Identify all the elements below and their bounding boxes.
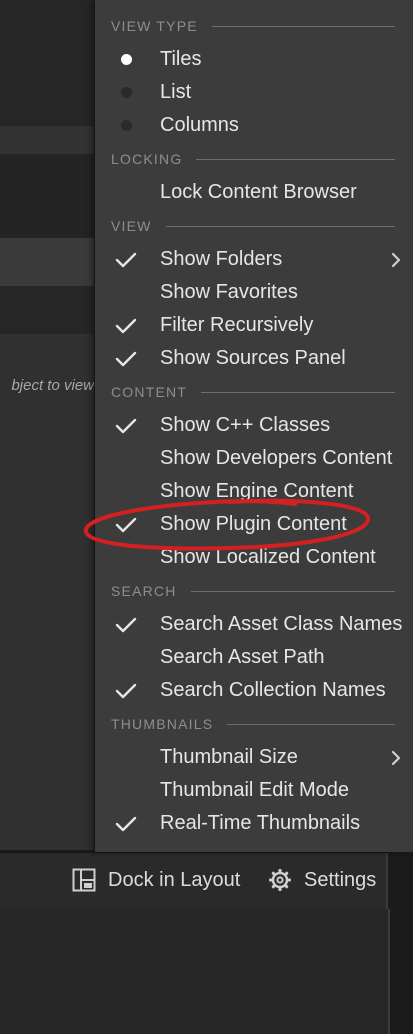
check-icon (113, 243, 139, 276)
menu-item-label: Columns (160, 114, 239, 136)
dock-in-layout-label: Dock in Layout (108, 868, 241, 891)
menu-item-lock-content-browser[interactable]: Lock Content Browser (95, 176, 413, 209)
menu-item-label: Thumbnail Edit Mode (160, 779, 349, 801)
settings-button[interactable]: Settings (268, 865, 376, 895)
check-icon (113, 342, 139, 375)
gear-icon (269, 869, 291, 891)
menu-item-thumbnail-edit-mode[interactable]: Thumbnail Edit Mode (95, 774, 413, 807)
menu-item-label: Show Plugin Content (160, 513, 347, 535)
menu-item-show-folders[interactable]: Show Folders (95, 243, 413, 276)
menu-item-label: Search Collection Names (160, 679, 386, 701)
menu-item-label: Search Asset Path (160, 646, 325, 668)
section-header-view: VIEW (111, 216, 395, 236)
menu-item-label: Search Asset Class Names (160, 613, 403, 635)
check-icon (113, 309, 139, 342)
section-label: THUMBNAILS (111, 716, 214, 732)
settings-label: Settings (304, 868, 377, 891)
empty-view-hint: bject to view (11, 377, 94, 394)
check-icon (113, 807, 139, 840)
menu-item-label: Show Localized Content (160, 546, 376, 568)
radio-selected-icon (113, 43, 139, 76)
section-header-view-type: VIEW TYPE (111, 16, 395, 36)
chevron-right-icon (391, 741, 401, 774)
menu-item-list[interactable]: List (95, 76, 413, 109)
section-divider (201, 391, 395, 393)
section-label: VIEW TYPE (111, 18, 198, 34)
section-header-thumbnails: THUMBNAILS (111, 714, 395, 734)
menu-item-filter-recursively[interactable]: Filter Recursively (95, 309, 413, 342)
content-browser-bottom-bar: Dock in Layout Settings (0, 852, 388, 910)
section-label: LOCKING (111, 151, 183, 167)
menu-item-show-favorites[interactable]: Show Favorites (95, 276, 413, 309)
menu-item-search-collection-names[interactable]: Search Collection Names (95, 674, 413, 707)
section-header-content: CONTENT (111, 382, 395, 402)
menu-item-label: Show C++ Classes (160, 414, 331, 436)
section-header-search: SEARCH (111, 581, 395, 601)
check-icon (113, 674, 139, 707)
dock-in-layout-button[interactable]: Dock in Layout (72, 865, 240, 895)
menu-item-show-developers-content[interactable]: Show Developers Content (95, 442, 413, 475)
menu-item-show-engine-content[interactable]: Show Engine Content (95, 475, 413, 508)
view-options-menu: VIEW TYPE Tiles List Columns LOCKING Loc… (94, 0, 413, 852)
menu-item-label: List (160, 81, 192, 103)
menu-item-label: Show Folders (160, 248, 283, 270)
menu-item-label: Filter Recursively (160, 314, 314, 336)
right-gutter (390, 852, 413, 1034)
section-header-locking: LOCKING (111, 149, 395, 169)
menu-item-label: Real-Time Thumbnails (160, 812, 361, 834)
check-icon (113, 409, 139, 442)
panel-divider (386, 853, 388, 909)
menu-item-thumbnail-size[interactable]: Thumbnail Size (95, 741, 413, 774)
menu-item-label: Thumbnail Size (160, 746, 298, 768)
menu-item-search-asset-class-names[interactable]: Search Asset Class Names (95, 608, 413, 641)
check-icon (113, 508, 139, 541)
menu-item-show-cpp-classes[interactable]: Show C++ Classes (95, 409, 413, 442)
section-divider (227, 723, 395, 725)
menu-item-label: Show Developers Content (160, 447, 393, 469)
section-divider (190, 590, 395, 592)
radio-unselected-icon (113, 109, 139, 142)
dock-layout-icon (72, 868, 96, 892)
section-label: VIEW (111, 218, 152, 234)
check-icon (113, 608, 139, 641)
menu-item-label: Show Sources Panel (160, 347, 346, 369)
menu-item-show-localized-content[interactable]: Show Localized Content (95, 541, 413, 574)
section-divider (196, 158, 395, 160)
section-divider (211, 25, 395, 27)
menu-item-search-asset-path[interactable]: Search Asset Path (95, 641, 413, 674)
section-label: SEARCH (111, 583, 177, 599)
menu-item-label: Show Engine Content (160, 480, 354, 502)
menu-item-show-sources-panel[interactable]: Show Sources Panel (95, 342, 413, 375)
menu-item-show-plugin-content[interactable]: Show Plugin Content (95, 508, 413, 541)
menu-item-columns[interactable]: Columns (95, 109, 413, 142)
menu-item-label: Tiles (160, 48, 202, 70)
radio-unselected-icon (113, 76, 139, 109)
menu-item-label: Lock Content Browser (160, 181, 357, 203)
menu-item-tiles[interactable]: Tiles (95, 43, 413, 76)
chevron-right-icon (391, 243, 401, 276)
lower-panel (0, 909, 390, 1034)
section-divider (165, 225, 395, 227)
menu-item-label: Show Favorites (160, 281, 298, 303)
section-label: CONTENT (111, 384, 188, 400)
menu-item-real-time-thumbnails[interactable]: Real-Time Thumbnails (95, 807, 413, 840)
